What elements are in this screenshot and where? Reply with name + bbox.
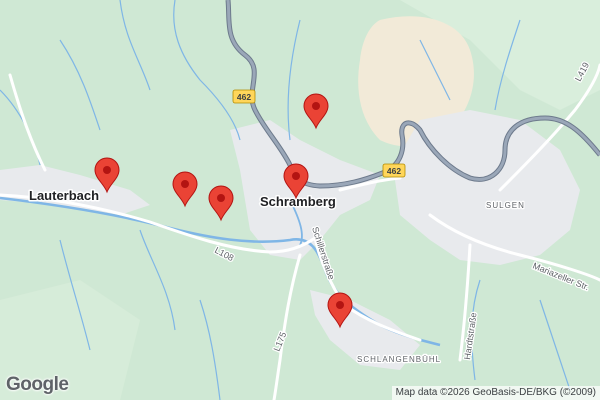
svg-text:462: 462 [387, 166, 401, 176]
map-svg: 462 462 Schillerstraße Mariazeller Str. … [0, 0, 600, 400]
place-label-schlangenbuhl[interactable]: SCHLANGENBÜHL [356, 354, 442, 366]
marker-dot [312, 102, 320, 110]
place-label-sulgen[interactable]: SULGEN [485, 200, 525, 212]
marker-dot [181, 180, 189, 188]
road-shield-462-north: 462 [232, 89, 256, 104]
svg-text:462: 462 [237, 92, 251, 102]
marker-dot [292, 172, 300, 180]
place-label-schramberg[interactable]: Schramberg [259, 193, 338, 211]
road-shield-462-east: 462 [382, 163, 406, 178]
marker-dot [217, 194, 225, 202]
map-attribution[interactable]: Map data ©2026 GeoBasis-DE/BKG (©2009) [391, 386, 600, 400]
place-label-lauterbach[interactable]: Lauterbach [28, 187, 101, 205]
marker-dot [336, 301, 344, 309]
marker-dot [103, 166, 111, 174]
map-canvas[interactable]: 462 462 Schillerstraße Mariazeller Str. … [0, 0, 600, 400]
google-logo: Google [6, 374, 69, 395]
